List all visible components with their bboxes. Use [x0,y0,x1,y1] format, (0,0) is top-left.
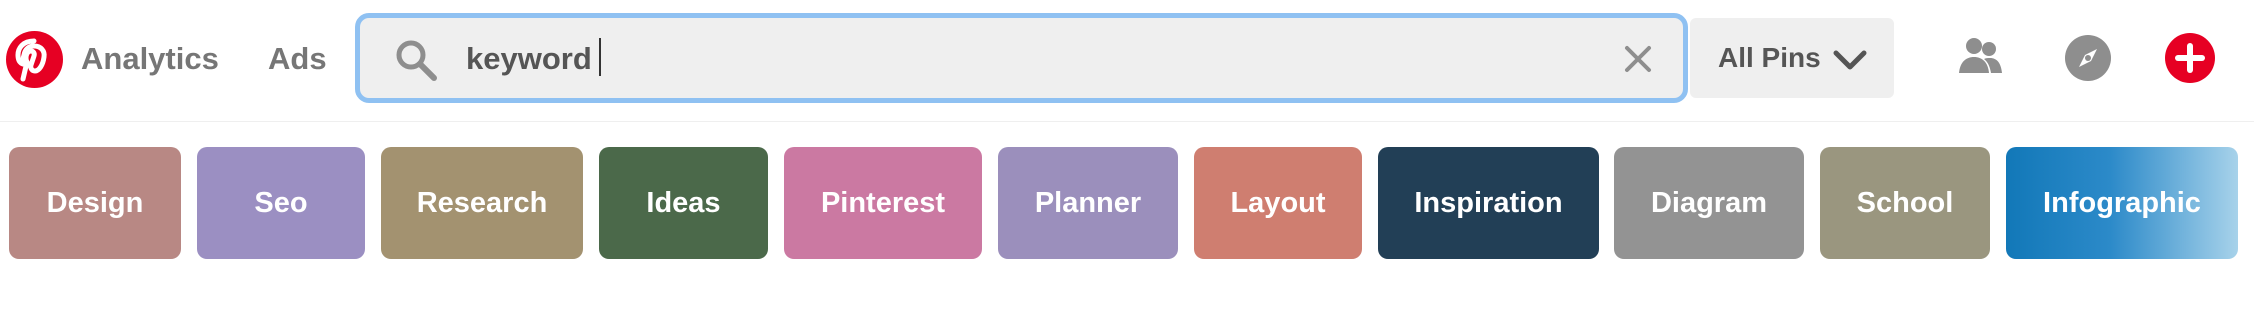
all-pins-dropdown[interactable]: All Pins [1690,18,1894,98]
search-icon [396,40,437,81]
compass-icon[interactable] [2063,33,2113,83]
tag-planner[interactable]: Planner [998,147,1178,259]
text-cursor [599,38,601,76]
search-suggestion-tags: Design Seo Research Ideas Pinterest Plan… [0,147,2254,259]
tag-infographic[interactable]: Infographic [2006,147,2238,259]
people-icon[interactable] [1955,31,2005,81]
search-input[interactable] [466,40,1566,78]
tag-ideas[interactable]: Ideas [599,147,768,259]
tag-research[interactable]: Research [381,147,583,259]
top-navigation-bar: Analytics Ads All Pins [0,0,2254,122]
close-icon[interactable] [1621,42,1655,76]
analytics-link[interactable]: Analytics [81,40,219,78]
ads-link[interactable]: Ads [268,40,327,78]
tag-layout[interactable]: Layout [1194,147,1362,259]
tag-pinterest[interactable]: Pinterest [784,147,982,259]
add-icon[interactable] [2165,33,2215,83]
all-pins-label: All Pins [1718,42,1821,73]
tag-inspiration[interactable]: Inspiration [1378,147,1599,259]
chevron-down-icon [1833,50,1867,70]
pinterest-logo-icon[interactable] [6,31,63,88]
tag-design[interactable]: Design [9,147,181,259]
search-box[interactable] [355,13,1688,103]
tag-seo[interactable]: Seo [197,147,365,259]
tag-school[interactable]: School [1820,147,1990,259]
tag-diagram[interactable]: Diagram [1614,147,1804,259]
